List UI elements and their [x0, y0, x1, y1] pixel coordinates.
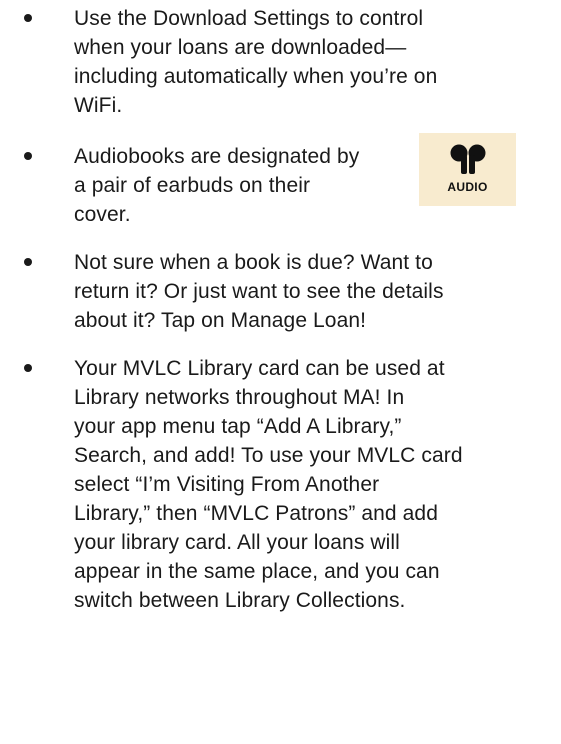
text-line: switch between Library Collections.	[74, 589, 406, 612]
text-line: Library,” then “MVLC Patrons” and add	[74, 502, 438, 525]
text-line: appear in the same place, and you can	[74, 560, 440, 583]
text-line: cover.	[74, 203, 131, 226]
text-line: Not sure when a book is due? Want to	[74, 251, 433, 274]
bullet-icon	[24, 258, 32, 266]
tip-text: Your MVLC Library card can be used at Li…	[74, 354, 463, 615]
audio-label: AUDIO	[447, 180, 488, 194]
tip-text: Use the Download Settings to control whe…	[74, 4, 437, 120]
text-line: about it? Tap on Manage Loan!	[74, 309, 367, 332]
tip-text: Not sure when a book is due? Want to ret…	[74, 248, 444, 335]
text-line: WiFi.	[74, 94, 123, 117]
text-line: Your MVLC Library card can be used at	[74, 357, 445, 380]
text-line: select “I’m Visiting From Another	[74, 473, 380, 496]
bullet-icon	[24, 364, 32, 372]
text-line: your library card. All your loans will	[74, 531, 400, 554]
text-line: including automatically when you’re on	[74, 65, 438, 88]
audio-badge: AUDIO	[419, 133, 516, 206]
text-line: your app menu tap “Add A Library,”	[74, 415, 402, 438]
tip-text: Audiobooks are designated by a pair of e…	[74, 142, 359, 229]
bullet-icon	[24, 152, 32, 160]
text-line: a pair of earbuds on their	[74, 174, 311, 197]
text-line: Search, and add! To use your MVLC card	[74, 444, 463, 467]
text-line: when your loans are downloaded—	[74, 36, 407, 59]
tips-page: Use the Download Settings to control whe…	[0, 0, 561, 744]
text-line: Use the Download Settings to control	[74, 7, 424, 30]
bullet-icon	[24, 14, 32, 22]
earbuds-icon	[450, 144, 486, 174]
text-line: return it? Or just want to see the detai…	[74, 280, 444, 303]
text-line: Audiobooks are designated by	[74, 145, 360, 168]
text-line: Library networks throughout MA! In	[74, 386, 405, 409]
